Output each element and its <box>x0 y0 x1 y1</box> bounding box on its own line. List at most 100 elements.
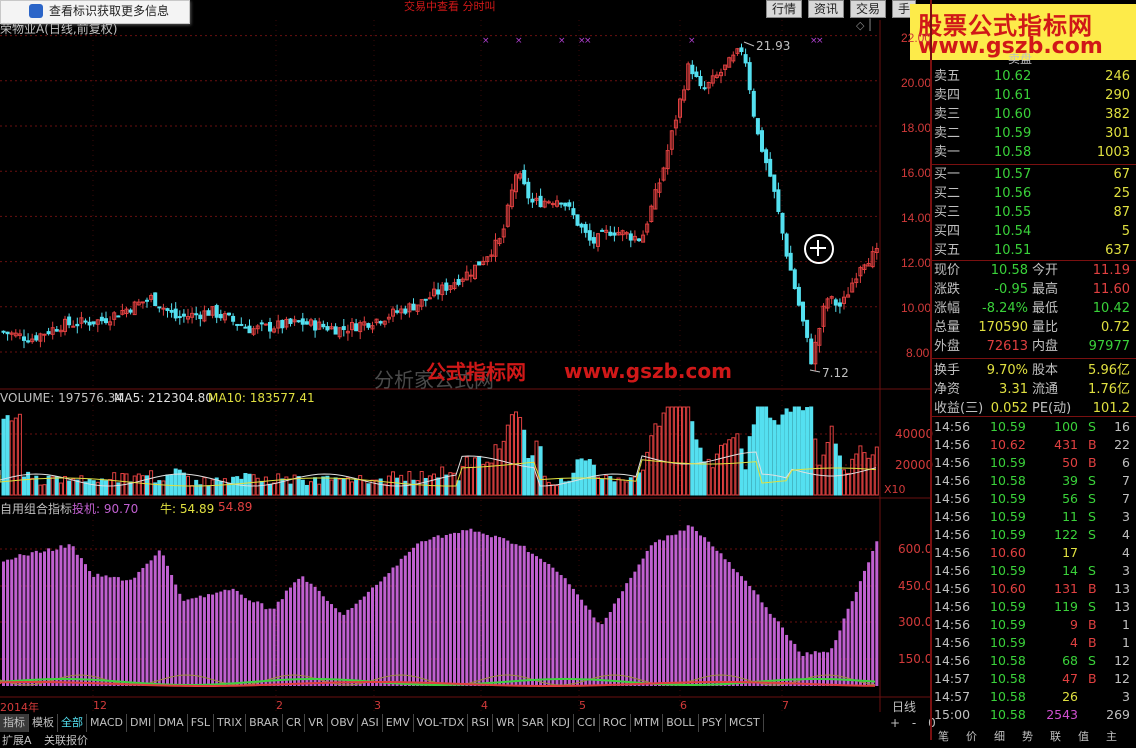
indicator-bar <box>576 594 579 686</box>
zoom-in-button[interactable]: + <box>890 716 900 730</box>
indicator-tab[interactable]: MTM <box>631 714 664 732</box>
volume-bar <box>686 406 691 496</box>
volume-bar <box>13 417 18 496</box>
volume-bar <box>735 433 740 496</box>
candle-body <box>809 338 814 365</box>
indicator-tab[interactable]: 指标 <box>0 714 29 732</box>
indicator-bar <box>703 537 707 686</box>
diamond-icon[interactable]: ◇ <box>856 19 864 32</box>
indicator-tab[interactable]: ROC <box>600 714 631 732</box>
indicator-tab[interactable]: ASI <box>358 714 383 732</box>
volume-bar <box>67 480 72 496</box>
volume-bar <box>190 485 195 496</box>
indicator-bar <box>530 553 534 686</box>
indicator-tab[interactable]: TRIX <box>214 714 247 732</box>
indicator-tab[interactable]: CCI <box>574 714 600 732</box>
volume-bar <box>723 443 728 496</box>
indicator-bar <box>43 551 46 686</box>
bid-price: 10.56 <box>994 186 1032 201</box>
trade-tick-row: 14:56 10.59 50 B 6 <box>932 454 1134 472</box>
price-tick: 16.00 <box>901 166 932 180</box>
indicator-tab[interactable]: VR <box>305 714 328 732</box>
indicator-tab[interactable]: SAR <box>519 714 549 732</box>
tab-extend[interactable]: 扩展A <box>2 732 32 748</box>
volume-bar <box>231 476 236 496</box>
stat-label: 股本 <box>1032 363 1059 378</box>
indicator-tick: 450.0 <box>898 579 933 593</box>
indicator-bar <box>293 582 297 686</box>
right-tab[interactable]: 主 <box>1106 728 1117 744</box>
candle-body <box>67 316 72 326</box>
indicator-tab[interactable]: OBV <box>328 714 358 732</box>
stat-value: 1.76亿 <box>1088 382 1130 397</box>
right-tab[interactable]: 联 <box>1050 728 1061 744</box>
ask-row: 卖四 10.61 290 <box>932 87 1134 105</box>
tick-volume: 50 <box>1062 455 1078 470</box>
indicator-bar <box>403 555 407 686</box>
indicator-tab[interactable]: VOL-TDX <box>414 714 469 732</box>
period-label[interactable]: 日线 <box>892 698 916 715</box>
tick-volume: 131 <box>1054 581 1078 596</box>
volume-bar <box>468 466 473 496</box>
candle-body <box>612 232 617 236</box>
indicator-tab[interactable]: CR <box>283 714 306 732</box>
candle-body <box>698 76 703 87</box>
volume-bar <box>272 482 277 496</box>
indicator-tab[interactable]: BOLL <box>663 714 699 732</box>
volume-bar <box>796 406 801 496</box>
indicator-tab[interactable]: PSY <box>699 714 726 732</box>
indicator-bar <box>235 590 239 686</box>
indicator-tab[interactable]: DMI <box>127 714 156 732</box>
trade-tick-row: 14:56 10.60 17 4 <box>932 544 1134 562</box>
indicator-bar <box>723 559 727 686</box>
tab-quotes[interactable]: 行情 <box>766 0 802 18</box>
indicator-tab[interactable]: RSI <box>468 714 494 732</box>
tick-time: 14:56 <box>934 491 971 506</box>
right-tab[interactable]: 价 <box>966 728 977 744</box>
indicator-tab[interactable]: KDJ <box>548 714 574 732</box>
indicator-tab[interactable]: MCST <box>726 714 764 732</box>
indicator-bar <box>748 586 752 686</box>
right-tab[interactable]: 势 <box>1022 728 1033 744</box>
ask-row: 卖五 10.62 246 <box>932 68 1134 86</box>
volume-bar <box>206 485 211 496</box>
tick-count: 3 <box>1122 509 1130 524</box>
indicator-bar <box>502 538 506 686</box>
right-tab[interactable]: 细 <box>994 728 1005 744</box>
tick-volume: 431 <box>1054 437 1078 452</box>
indicator-tab[interactable]: MACD <box>87 714 127 732</box>
candle-body <box>300 318 305 325</box>
indicator-tick: 600.0 <box>898 542 933 556</box>
candle-body <box>579 223 584 228</box>
right-tab[interactable]: 笔 <box>938 728 949 744</box>
stat-value: 97977 <box>1088 339 1130 354</box>
indicator-tab[interactable]: EMV <box>383 714 414 732</box>
zoom-controls[interactable]: + - 0 <box>890 716 936 730</box>
right-tab[interactable]: 值 <box>1078 728 1089 744</box>
volume-bar <box>665 406 670 496</box>
indicator-tab[interactable]: WR <box>493 714 519 732</box>
indicator-bar <box>649 545 653 686</box>
candle-body <box>157 306 162 309</box>
candle-body <box>801 301 805 322</box>
indicator-tab[interactable]: DMA <box>155 714 188 732</box>
volume-bar <box>440 466 445 496</box>
indicator-bar <box>26 555 30 686</box>
volume-bar <box>706 458 711 496</box>
indicator-tab[interactable]: BRAR <box>246 714 284 732</box>
indicator-bar <box>555 571 559 686</box>
indicator-bar <box>731 568 735 686</box>
tick-price: 10.59 <box>990 491 1026 506</box>
indicator-bar <box>133 577 137 686</box>
vertical-bar-icon[interactable]: | <box>868 17 872 31</box>
ask-volume: 290 <box>1105 88 1130 103</box>
zoom-out-button[interactable]: - <box>912 716 916 730</box>
indicator-tab[interactable]: 模板 <box>29 714 58 732</box>
tab-news[interactable]: 资讯 <box>808 0 844 18</box>
volume-bar <box>227 482 231 496</box>
tab-trade[interactable]: 交易 <box>850 0 886 18</box>
indicator-tab[interactable]: 全部 <box>58 714 87 732</box>
indicator-tab[interactable]: FSL <box>188 714 214 732</box>
volume-bar <box>50 476 55 496</box>
tab-linked-quote[interactable]: 关联报价 <box>44 732 88 748</box>
